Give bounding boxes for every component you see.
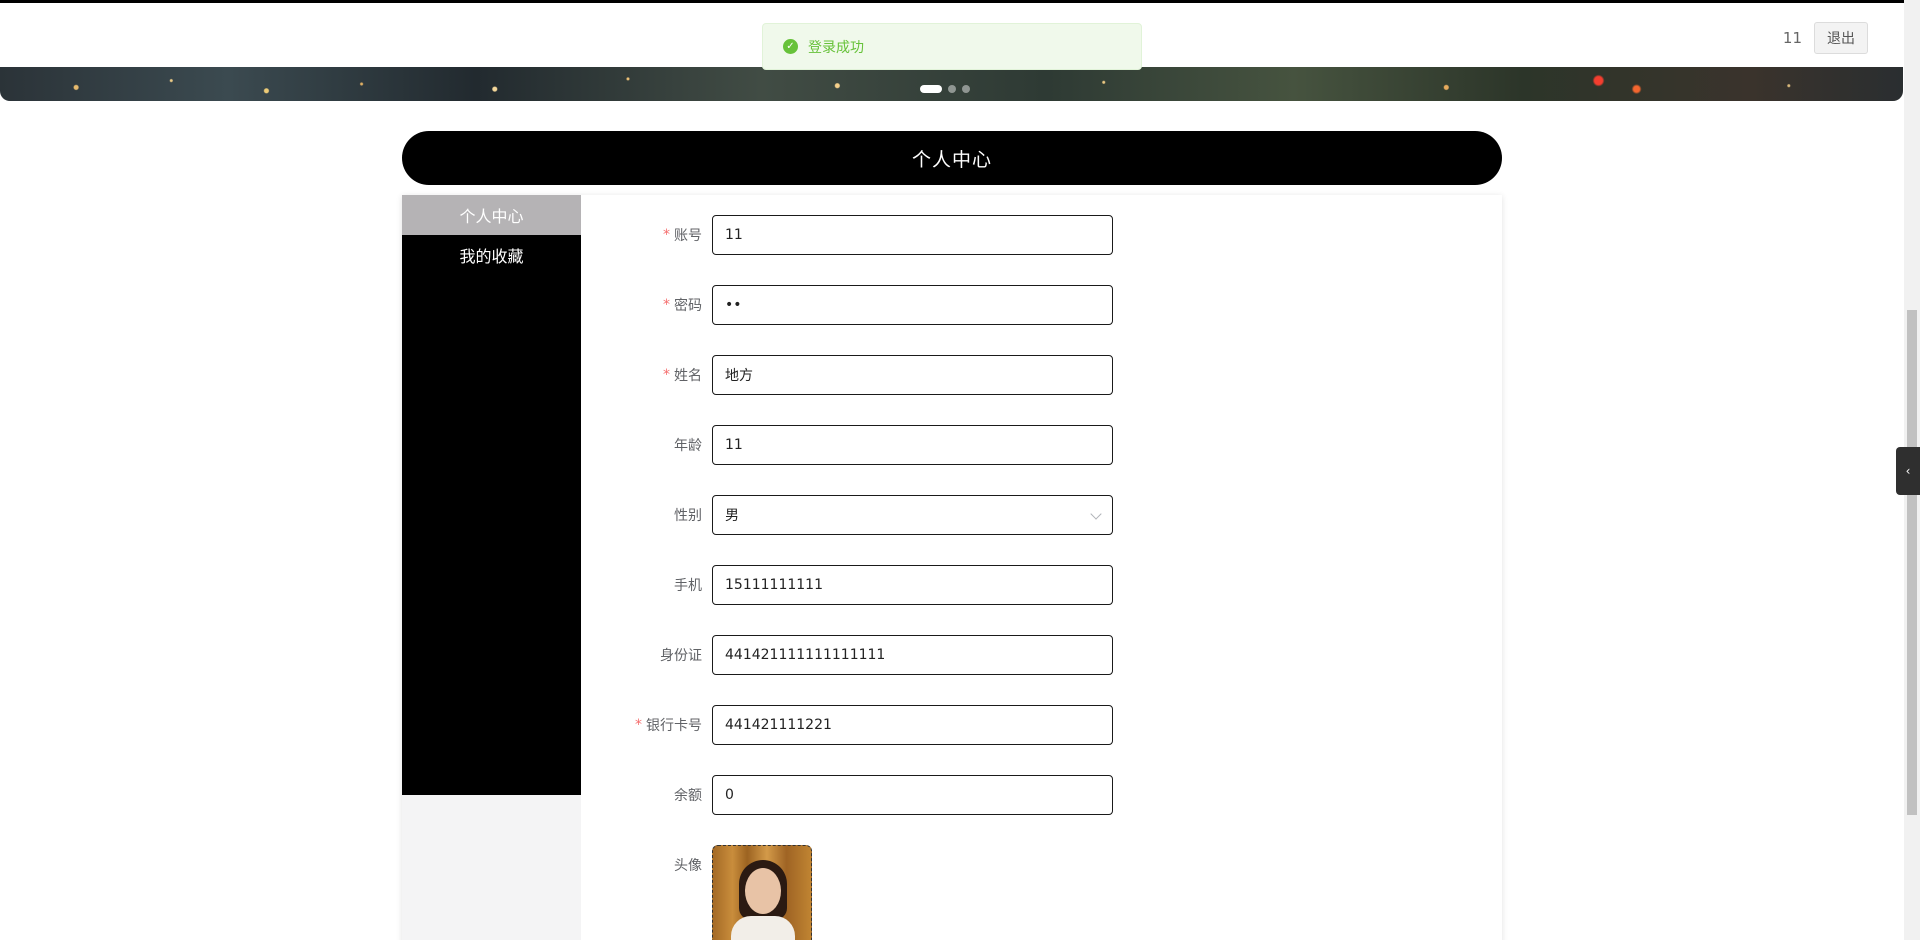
form-row-avatar: 头像 [581, 845, 1502, 940]
field-label: * 银行卡号 [635, 705, 702, 745]
gender-select[interactable]: 男 [712, 495, 1113, 535]
field-label: * 姓名 [663, 355, 702, 395]
form-row-bank-card: * 银行卡号 [581, 705, 1502, 745]
chevron-down-icon [1090, 508, 1102, 520]
balance-input[interactable] [712, 775, 1113, 815]
id-card-input[interactable] [712, 635, 1113, 675]
form-row-phone: 手机 [581, 565, 1502, 605]
form-row-password: * 密码 [581, 285, 1502, 325]
carousel-dot[interactable] [948, 85, 956, 93]
banner-carousel [0, 67, 1903, 101]
field-label-text: 头像 [674, 858, 702, 874]
carousel-dot[interactable] [920, 85, 942, 93]
field-label: 头像 [674, 845, 702, 885]
field-label-text: 余额 [674, 788, 702, 804]
field-label-text: 年龄 [674, 438, 702, 454]
success-toast: ✓ 登录成功 [762, 23, 1142, 70]
avatar-upload[interactable] [712, 845, 812, 940]
field-label-text: 银行卡号 [646, 718, 702, 734]
check-circle-icon: ✓ [783, 39, 798, 54]
form-row-name: * 姓名 [581, 355, 1502, 395]
user-area: 11 退出 [1783, 22, 1868, 54]
required-mark: * [635, 717, 642, 733]
form-row-balance: 余额 [581, 775, 1502, 815]
sidebar-item-favorites[interactable]: 我的收藏 [402, 235, 581, 275]
page-title: 个人中心 [911, 148, 992, 171]
age-input[interactable] [712, 425, 1113, 465]
password-input[interactable] [712, 285, 1113, 325]
form-row-id-card: 身份证 [581, 635, 1502, 675]
field-label: * 密码 [663, 285, 702, 325]
page: 11 退出 ✓ 登录成功 个人中心 个人中心 我的收藏 * 账号 11 * 密码… [0, 0, 1920, 940]
toast-message: 登录成功 [808, 39, 864, 56]
required-mark: * [663, 367, 670, 383]
page-title-bar: 个人中心 [402, 131, 1502, 185]
field-label: 手机 [674, 565, 702, 605]
scrollbar-thumb[interactable] [1907, 310, 1917, 815]
field-label: 身份证 [660, 635, 702, 675]
carousel-dot[interactable] [962, 85, 970, 93]
field-label: 余额 [674, 775, 702, 815]
required-mark: * [663, 227, 670, 243]
chevron-left-icon[interactable]: ‹ [1896, 447, 1920, 495]
account-input[interactable] [712, 215, 1113, 255]
form-row-account: * 账号 [581, 215, 1502, 255]
avatar-face [745, 868, 781, 914]
field-label-text: 密码 [674, 298, 702, 314]
sidebar-item-profile[interactable]: 个人中心 [402, 195, 581, 235]
username: 11 [1782, 29, 1802, 47]
logout-button[interactable]: 退出 [1814, 22, 1868, 54]
field-label-text: 性别 [674, 508, 702, 524]
field-label-text: 手机 [674, 578, 702, 594]
phone-input[interactable] [712, 565, 1113, 605]
field-label: * 账号 [663, 215, 702, 255]
form-row-gender: 性别 男 [581, 495, 1502, 535]
sidebar-menu: 个人中心 我的收藏 [402, 195, 581, 795]
field-label: 年龄 [674, 425, 702, 465]
avatar-body [731, 916, 795, 940]
field-label-text: 姓名 [674, 368, 702, 384]
carousel-indicators [920, 85, 970, 93]
profile-card: 个人中心 我的收藏 * 账号 * 密码 * [402, 195, 1502, 940]
field-label-text: 身份证 [660, 648, 702, 664]
gender-select-value: 男 [725, 508, 739, 524]
bank-card-input[interactable] [712, 705, 1113, 745]
name-input[interactable] [712, 355, 1113, 395]
field-label: 性别 [674, 495, 702, 535]
form-row-age: 年龄 [581, 425, 1502, 465]
field-label-text: 账号 [674, 228, 702, 244]
required-mark: * [663, 297, 670, 313]
banner-image [0, 67, 1903, 101]
